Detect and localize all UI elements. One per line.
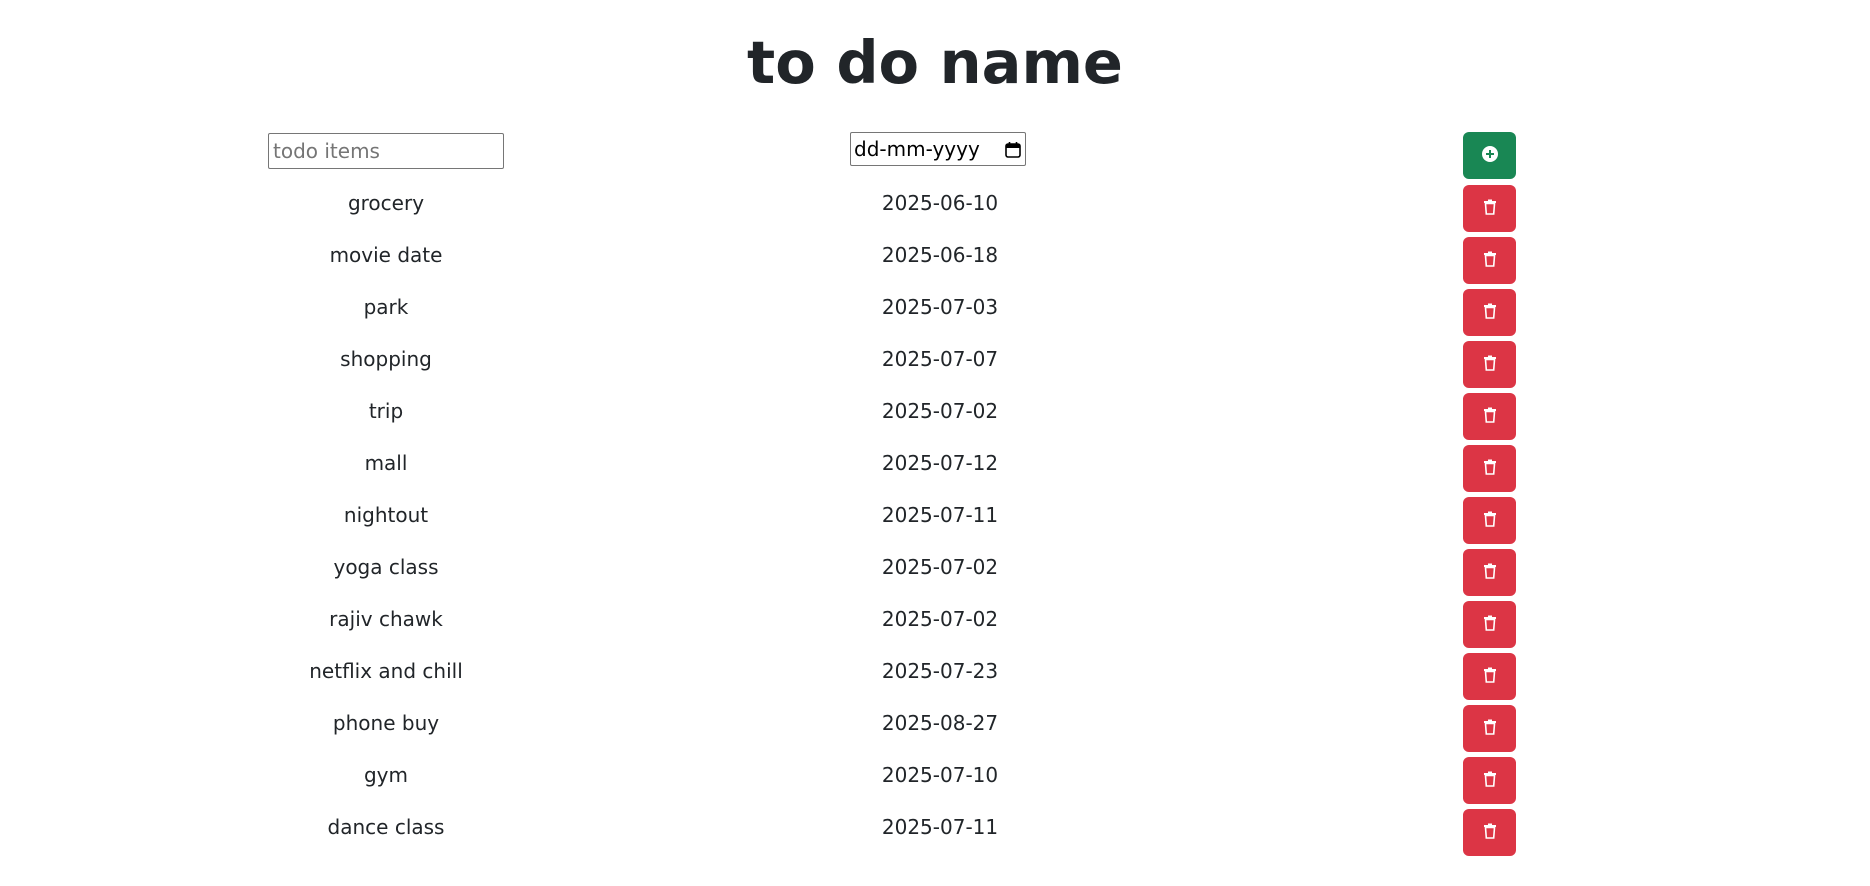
trash-icon <box>1483 563 1497 582</box>
trash-icon <box>1483 667 1497 686</box>
todo-row: gym 2025-07-10 <box>0 757 1870 809</box>
todo-row: nightout 2025-07-11 <box>0 497 1870 549</box>
add-todo-button[interactable] <box>1463 132 1516 179</box>
delete-todo-button[interactable] <box>1463 341 1516 388</box>
page-title: to do name <box>747 28 1123 97</box>
todo-row: shopping 2025-07-07 <box>0 341 1870 393</box>
todo-name: gym <box>363 763 408 787</box>
trash-icon <box>1483 407 1497 426</box>
todo-name: park <box>363 295 409 319</box>
todo-input-row: dd-mm-yyyy <box>0 132 1870 182</box>
delete-todo-button[interactable] <box>1463 653 1516 700</box>
todo-name: rajiv chawk <box>329 607 443 631</box>
todo-name: shopping <box>340 347 432 371</box>
todo-date: 2025-06-10 <box>881 191 999 215</box>
todo-date-input[interactable]: dd-mm-yyyy <box>850 132 1026 166</box>
delete-todo-button[interactable] <box>1463 705 1516 752</box>
todo-row: park 2025-07-03 <box>0 289 1870 341</box>
trash-icon <box>1483 771 1497 790</box>
delete-todo-button[interactable] <box>1463 601 1516 648</box>
todo-row: rajiv chawk 2025-07-02 <box>0 601 1870 653</box>
todo-date: 2025-07-02 <box>881 399 999 423</box>
todo-name: mall <box>364 451 408 475</box>
todo-name: nightout <box>343 503 429 527</box>
todo-date: 2025-07-03 <box>881 295 999 319</box>
todo-row: trip 2025-07-02 <box>0 393 1870 445</box>
todo-name: phone buy <box>332 711 440 735</box>
todo-name: trip <box>368 399 404 423</box>
todo-row: phone buy 2025-08-27 <box>0 705 1870 757</box>
todo-name: netflix and chill <box>309 659 463 683</box>
todo-date: 2025-07-11 <box>881 503 999 527</box>
todo-date: 2025-07-11 <box>881 815 999 839</box>
trash-icon <box>1483 355 1497 374</box>
todo-row: yoga class 2025-07-02 <box>0 549 1870 601</box>
todo-row: netflix and chill 2025-07-23 <box>0 653 1870 705</box>
trash-icon <box>1483 199 1497 218</box>
todo-name: movie date <box>329 243 443 267</box>
trash-icon <box>1483 511 1497 530</box>
delete-todo-button[interactable] <box>1463 237 1516 284</box>
delete-todo-button[interactable] <box>1463 757 1516 804</box>
todo-row: mall 2025-07-12 <box>0 445 1870 497</box>
delete-todo-button[interactable] <box>1463 445 1516 492</box>
calendar-icon[interactable] <box>1004 140 1022 158</box>
delete-todo-button[interactable] <box>1463 809 1516 856</box>
todo-row: movie date 2025-06-18 <box>0 237 1870 289</box>
plus-circle-icon <box>1481 146 1498 165</box>
delete-todo-button[interactable] <box>1463 289 1516 336</box>
todo-date: 2025-07-23 <box>881 659 999 683</box>
todo-name: grocery <box>347 191 425 215</box>
trash-icon <box>1483 251 1497 270</box>
todo-date: 2025-07-07 <box>881 347 999 371</box>
trash-icon <box>1483 615 1497 634</box>
date-placeholder: dd-mm-yyyy <box>854 137 980 161</box>
todo-item-input[interactable] <box>268 133 504 169</box>
delete-todo-button[interactable] <box>1463 549 1516 596</box>
delete-todo-button[interactable] <box>1463 497 1516 544</box>
trash-icon <box>1483 459 1497 478</box>
todo-date: 2025-07-12 <box>881 451 999 475</box>
delete-todo-button[interactable] <box>1463 393 1516 440</box>
todo-date: 2025-06-18 <box>881 243 999 267</box>
todo-date: 2025-07-02 <box>881 555 999 579</box>
todo-date: 2025-07-02 <box>881 607 999 631</box>
todo-date: 2025-07-10 <box>881 763 999 787</box>
todo-row: dance class 2025-07-11 <box>0 809 1870 861</box>
trash-icon <box>1483 823 1497 842</box>
todo-name: dance class <box>327 815 445 839</box>
trash-icon <box>1483 719 1497 738</box>
todo-date: 2025-08-27 <box>881 711 999 735</box>
trash-icon <box>1483 303 1497 322</box>
delete-todo-button[interactable] <box>1463 185 1516 232</box>
todo-row: grocery 2025-06-10 <box>0 185 1870 237</box>
todo-name: yoga class <box>333 555 439 579</box>
